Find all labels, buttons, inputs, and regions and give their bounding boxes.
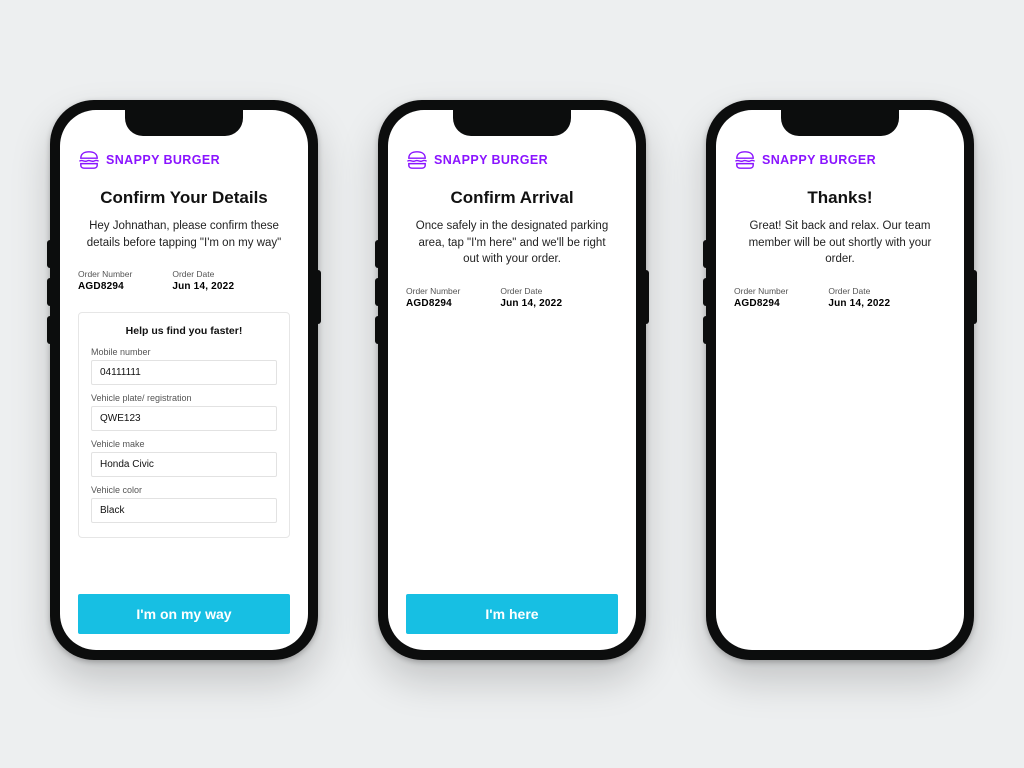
device-notch [125, 110, 243, 136]
phone-frame: SNAPPY BURGER Confirm Arrival Once safel… [378, 100, 646, 660]
order-date-value: Jun 14, 2022 [172, 281, 234, 292]
order-number-value: AGD8294 [406, 298, 460, 309]
app-screen-confirm-arrival: SNAPPY BURGER Confirm Arrival Once safel… [388, 110, 636, 650]
vehicle-details-card: Help us find you faster! Mobile number V… [78, 312, 290, 538]
order-number-label: Order Number [406, 286, 460, 296]
order-date-value: Jun 14, 2022 [828, 298, 890, 309]
field-color: Vehicle color [91, 485, 277, 523]
order-number-label: Order Number [734, 286, 788, 296]
order-date-block: Order Date Jun 14, 2022 [500, 286, 562, 309]
color-input[interactable] [91, 498, 277, 523]
burger-logo-icon [406, 150, 428, 170]
device-notch [781, 110, 899, 136]
field-mobile: Mobile number [91, 347, 277, 385]
intro-text: Hey Johnathan, please confirm these deta… [78, 218, 290, 251]
order-date-block: Order Date Jun 14, 2022 [172, 269, 234, 292]
brand-header: SNAPPY BURGER [78, 150, 290, 170]
order-date-block: Order Date Jun 14, 2022 [828, 286, 890, 309]
order-number-block: Order Number AGD8294 [406, 286, 460, 309]
on-my-way-button[interactable]: I'm on my way [78, 594, 290, 634]
form-heading: Help us find you faster! [91, 325, 277, 337]
app-screen-confirm-details: SNAPPY BURGER Confirm Your Details Hey J… [60, 110, 308, 650]
order-meta: Order Number AGD8294 Order Date Jun 14, … [78, 269, 290, 292]
app-screen-thanks: SNAPPY BURGER Thanks! Great! Sit back an… [716, 110, 964, 650]
order-meta: Order Number AGD8294 Order Date Jun 14, … [734, 286, 946, 309]
order-date-label: Order Date [828, 286, 890, 296]
order-number-block: Order Number AGD8294 [78, 269, 132, 292]
field-make: Vehicle make [91, 439, 277, 477]
page-title: Confirm Arrival [406, 188, 618, 208]
intro-text: Once safely in the designated parking ar… [406, 218, 618, 268]
brand-name: SNAPPY BURGER [434, 153, 548, 167]
order-date-value: Jun 14, 2022 [500, 298, 562, 309]
intro-text: Great! Sit back and relax. Our team memb… [734, 218, 946, 268]
order-number-value: AGD8294 [734, 298, 788, 309]
order-number-block: Order Number AGD8294 [734, 286, 788, 309]
brand-name: SNAPPY BURGER [106, 153, 220, 167]
brand-header: SNAPPY BURGER [406, 150, 618, 170]
page-title: Thanks! [734, 188, 946, 208]
order-number-label: Order Number [78, 269, 132, 279]
plate-input[interactable] [91, 406, 277, 431]
mobile-input[interactable] [91, 360, 277, 385]
make-input[interactable] [91, 452, 277, 477]
order-meta: Order Number AGD8294 Order Date Jun 14, … [406, 286, 618, 309]
order-date-label: Order Date [172, 269, 234, 279]
order-number-value: AGD8294 [78, 281, 132, 292]
mobile-label: Mobile number [91, 347, 277, 357]
order-date-label: Order Date [500, 286, 562, 296]
mockup-stage: SNAPPY BURGER Confirm Your Details Hey J… [0, 0, 1024, 660]
burger-logo-icon [78, 150, 100, 170]
phone-frame: SNAPPY BURGER Confirm Your Details Hey J… [50, 100, 318, 660]
im-here-button[interactable]: I'm here [406, 594, 618, 634]
device-notch [453, 110, 571, 136]
color-label: Vehicle color [91, 485, 277, 495]
brand-header: SNAPPY BURGER [734, 150, 946, 170]
brand-name: SNAPPY BURGER [762, 153, 876, 167]
make-label: Vehicle make [91, 439, 277, 449]
plate-label: Vehicle plate/ registration [91, 393, 277, 403]
page-title: Confirm Your Details [78, 188, 290, 208]
phone-frame: SNAPPY BURGER Thanks! Great! Sit back an… [706, 100, 974, 660]
burger-logo-icon [734, 150, 756, 170]
field-plate: Vehicle plate/ registration [91, 393, 277, 431]
